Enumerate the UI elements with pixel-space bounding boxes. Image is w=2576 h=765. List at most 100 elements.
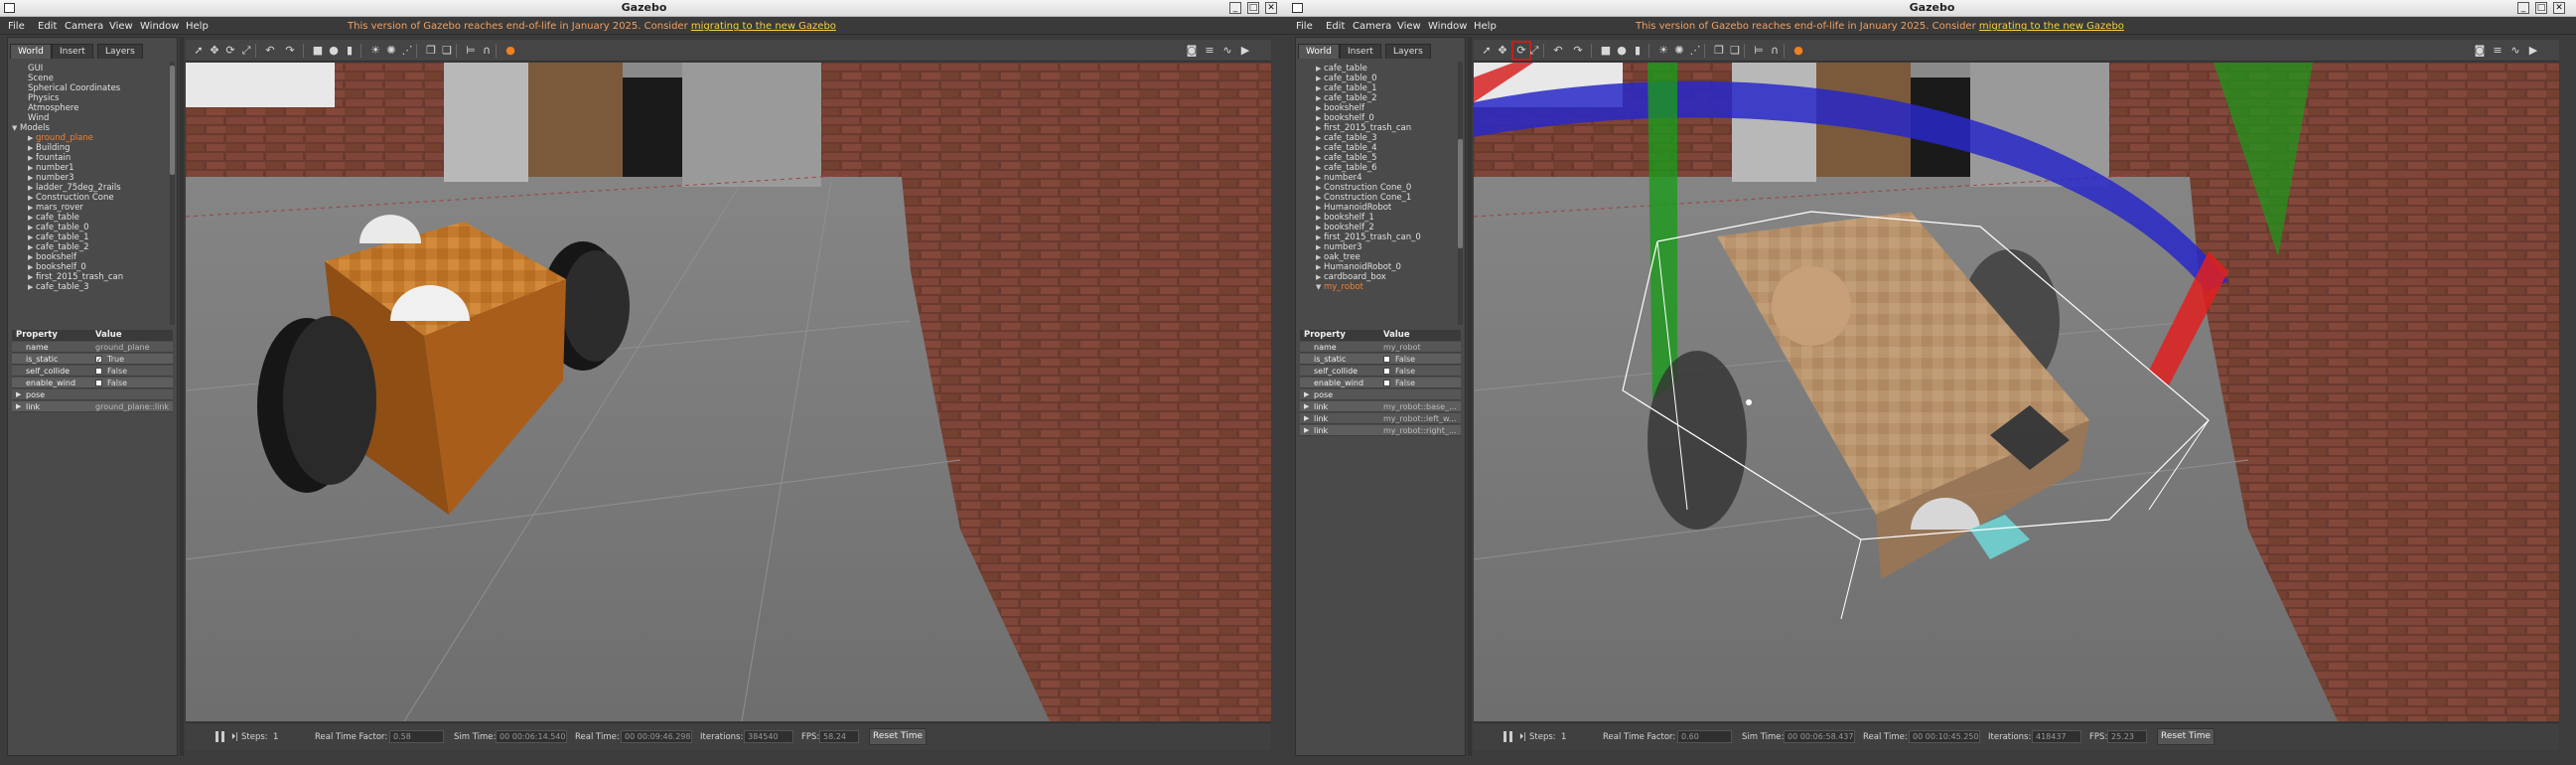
expand-right-icon[interactable]: ▶ (1316, 163, 1324, 173)
panel-splitter[interactable] (1468, 37, 1472, 756)
tree-item[interactable]: ▶ Construction Cone (28, 193, 114, 203)
tree-item[interactable]: ▶ first_2015_trash_can_0 (1316, 232, 1421, 242)
expand-right-icon[interactable]: ▶ (28, 183, 36, 193)
point-light-icon[interactable]: ✺ (384, 44, 398, 58)
expand-right-icon[interactable]: ▶ (1304, 389, 1309, 400)
expand-down-icon[interactable]: ▼ (1316, 282, 1324, 292)
translate-icon[interactable]: ✥ (1496, 44, 1509, 58)
property-row-pose[interactable]: ▶ pose (1300, 389, 1461, 400)
property-row-link[interactable]: ▶ link my_robot::left_w... (1300, 413, 1461, 424)
screenshot-icon[interactable]: ◙ (1185, 44, 1199, 58)
undo-icon[interactable]: ↶ (1551, 44, 1565, 58)
property-row-self-collide[interactable]: self_collide False (12, 366, 173, 377)
expand-right-icon[interactable]: ▶ (28, 232, 36, 242)
copy-icon[interactable]: ❐ (424, 44, 438, 58)
tree-item[interactable]: ▶ Construction Cone_1 (1316, 193, 1411, 203)
reset-time-button[interactable]: Reset Time (869, 728, 927, 745)
tree-item[interactable]: ▶ cafe_table (1316, 64, 1367, 74)
snap-icon[interactable]: ∩ (1768, 44, 1782, 58)
scroll-thumb[interactable] (1458, 139, 1463, 248)
tree-item[interactable]: ▶ mars_rover (28, 203, 83, 213)
expand-right-icon[interactable]: ▶ (1316, 242, 1324, 252)
tab-insert[interactable]: Insert (1340, 44, 1381, 59)
tree-item[interactable]: Wind (20, 113, 49, 123)
tree-item[interactable]: ▶ cafe_table_0 (1316, 74, 1377, 83)
tree-item[interactable]: ▶ cafe_table_4 (1316, 143, 1377, 153)
property-row-link[interactable]: ▶ link my_robot::right_... (1300, 425, 1461, 436)
expand-right-icon[interactable]: ▶ (1316, 203, 1324, 213)
menu-window[interactable]: Window (140, 21, 179, 32)
tree-item[interactable]: ▶ bookshelf (1316, 103, 1364, 113)
step-icon[interactable]: ⏵| (1519, 732, 1526, 742)
video-icon[interactable]: ▶ (2526, 44, 2540, 58)
checkbox[interactable] (95, 368, 102, 375)
select-arrow-icon[interactable]: ➚ (1480, 44, 1494, 58)
menu-camera[interactable]: Camera (65, 21, 103, 32)
tree-item[interactable]: ▶ cafe_table_2 (28, 242, 89, 252)
orange-record-icon[interactable]: ● (1791, 44, 1805, 58)
eol-link[interactable]: migrating to the new Gazebo (691, 21, 836, 32)
reset-time-button[interactable]: Reset Time (2157, 728, 2215, 745)
paste-icon[interactable]: ❏ (440, 44, 454, 58)
property-row-pose[interactable]: ▶ pose (12, 389, 173, 400)
tab-world[interactable]: World (10, 44, 52, 59)
tree-item[interactable]: ▶ first_2015_trash_can (28, 272, 123, 282)
expand-right-icon[interactable]: ▶ (1316, 173, 1324, 183)
tab-layers[interactable]: Layers (97, 44, 143, 59)
expand-right-icon[interactable]: ▶ (1316, 213, 1324, 223)
expand-right-icon[interactable]: ▶ (28, 173, 36, 183)
tree-item[interactable]: ▶ cafe_table (28, 213, 79, 223)
expand-right-icon[interactable]: ▶ (1316, 143, 1324, 153)
menu-file[interactable]: File (8, 21, 25, 32)
tree-item[interactable]: ▶ bookshelf_0 (28, 262, 86, 272)
expand-right-icon[interactable]: ▶ (1316, 252, 1324, 262)
minimize-icon[interactable]: _ (1229, 2, 1241, 14)
minimize-icon[interactable]: _ (2517, 2, 2529, 14)
expand-right-icon[interactable]: ▶ (28, 143, 36, 153)
tree-item[interactable]: ▶ bookshelf (28, 252, 76, 262)
expand-right-icon[interactable]: ▶ (28, 242, 36, 252)
tree-item[interactable]: ▶ cafe_table_1 (1316, 83, 1377, 93)
select-arrow-icon[interactable]: ➚ (192, 44, 206, 58)
expand-right-icon[interactable]: ▶ (28, 213, 36, 223)
rotate-icon[interactable]: ⟳ (223, 44, 237, 58)
video-icon[interactable]: ▶ (1238, 44, 1252, 58)
tree-item[interactable]: ▶ HumanoidRobot_0 (1316, 262, 1401, 272)
tab-insert[interactable]: Insert (52, 44, 93, 59)
expand-right-icon[interactable]: ▶ (16, 389, 21, 400)
tree-scrollbar[interactable] (1458, 62, 1463, 325)
tree-item[interactable]: ▶ number3 (28, 173, 74, 183)
tree-item[interactable]: ▶ bookshelf_1 (1316, 213, 1374, 223)
expand-right-icon[interactable]: ▶ (16, 401, 21, 412)
tree-item[interactable]: ▶ Building (28, 143, 70, 153)
tree-item[interactable]: ▶ fountain (28, 153, 71, 163)
box-icon[interactable]: ■ (311, 44, 325, 58)
checkbox[interactable] (1383, 380, 1390, 386)
maximize-icon[interactable]: □ (1247, 2, 1259, 14)
tab-world[interactable]: World (1298, 44, 1340, 59)
tree-item[interactable]: ▶ first_2015_trash_can (1316, 123, 1411, 133)
close-icon[interactable]: ✕ (1265, 2, 1277, 14)
expand-down-icon[interactable]: ▼ (12, 123, 20, 133)
property-row-is-static[interactable]: is_static False (1300, 354, 1461, 365)
expand-right-icon[interactable]: ▶ (1316, 262, 1324, 272)
copy-icon[interactable]: ❐ (1712, 44, 1726, 58)
tree-item[interactable]: ▶ number1 (28, 163, 74, 173)
tree-item[interactable]: Scene (20, 74, 54, 83)
expand-right-icon[interactable]: ▶ (28, 193, 36, 203)
cylinder-icon[interactable]: ▮ (343, 44, 357, 58)
property-row-link[interactable]: ▶ link my_robot::base_... (1300, 401, 1461, 412)
tree-scrollbar[interactable] (170, 62, 175, 325)
plot-icon[interactable]: ∿ (2508, 44, 2522, 58)
box-icon[interactable]: ■ (1599, 44, 1613, 58)
log-icon[interactable]: ≡ (1203, 44, 1216, 58)
tree-item[interactable]: ▶ cardboard_box (1316, 272, 1386, 282)
scene-render[interactable] (1474, 63, 2559, 721)
point-light-icon[interactable]: ✺ (1672, 44, 1686, 58)
tab-layers[interactable]: Layers (1385, 44, 1431, 59)
3d-viewport[interactable] (186, 63, 1271, 721)
menu-edit[interactable]: Edit (38, 21, 57, 32)
tree-item[interactable]: Spherical Coordinates (20, 83, 120, 93)
menu-help[interactable]: Help (186, 21, 209, 32)
menu-camera[interactable]: Camera (1353, 21, 1391, 32)
